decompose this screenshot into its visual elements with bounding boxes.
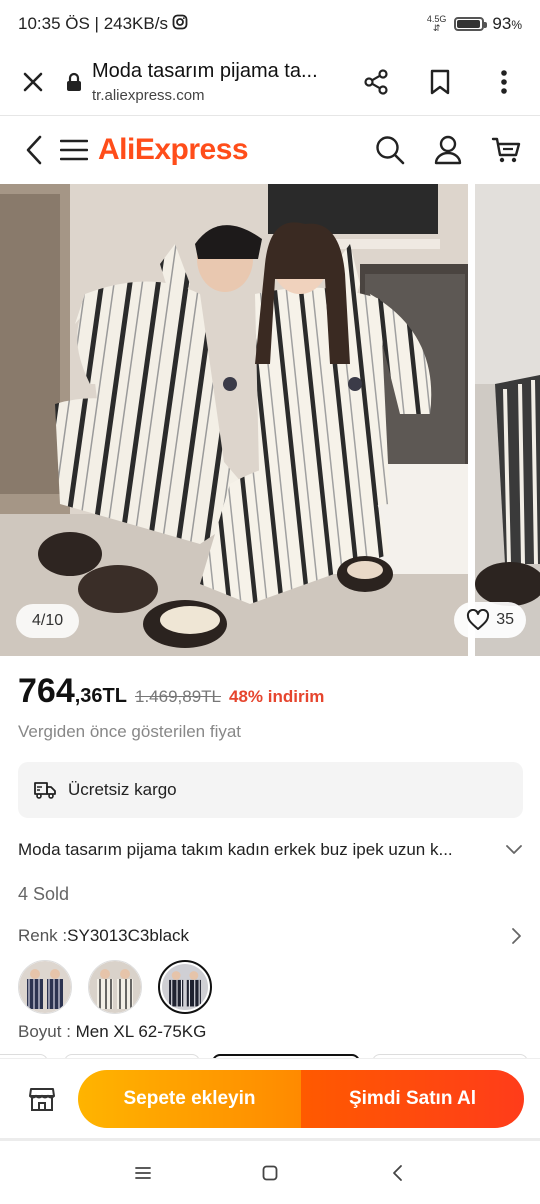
battery-icon — [454, 17, 488, 31]
close-tab-button[interactable] — [0, 48, 66, 116]
store-button[interactable] — [16, 1073, 68, 1125]
network-indicator: 4.5G ⇵ — [427, 15, 447, 33]
color-swatch-selected[interactable] — [158, 960, 212, 1014]
color-label: Renk : — [18, 926, 68, 945]
cart-icon — [491, 137, 521, 163]
status-bar: 10:35 ÖS | 243KB/s 4.5G ⇵ 93% — [0, 0, 540, 48]
home-button[interactable] — [246, 1149, 294, 1197]
size-selector-row[interactable]: Boyut : Men XL 62-75KG — [18, 1022, 206, 1042]
header-actions — [370, 128, 526, 172]
more-icon — [501, 69, 507, 94]
search-icon — [376, 136, 405, 165]
next-product-photo[interactable] — [475, 184, 540, 656]
price-currency: TL — [102, 685, 127, 707]
menu-lines-icon — [135, 1166, 152, 1179]
recent-apps-button[interactable] — [119, 1149, 167, 1197]
heart-icon — [467, 609, 490, 630]
chevron-right-icon — [512, 928, 521, 944]
instagram-icon — [172, 14, 188, 35]
shipping-box[interactable]: Ücretsiz kargo — [18, 762, 523, 818]
bookmark-icon — [430, 69, 450, 94]
share-button[interactable] — [354, 60, 398, 104]
sold-count: 4 Sold — [18, 884, 70, 904]
lock-icon — [66, 72, 82, 92]
tax-note: Vergiden önce gösterilen fiyat — [18, 722, 242, 741]
buy-now-button[interactable]: Şimdi Satın Al — [301, 1069, 524, 1128]
data-arrows-icon: ⇵ — [432, 23, 441, 33]
bottom-action-bar: Sepete ekleyin Şimdi Satın Al — [0, 1058, 540, 1138]
truck-icon — [34, 782, 56, 799]
product-gallery[interactable]: 4/10 35 — [0, 184, 540, 656]
battery-percent: 93% — [492, 14, 522, 34]
image-counter: 4/10 — [16, 604, 80, 638]
page-url: tr.aliexpress.com — [92, 86, 205, 104]
url-texts: Moda tasarım pijama ta... tr.aliexpress.… — [92, 60, 318, 104]
back-icon — [26, 135, 42, 165]
aliexpress-logo[interactable]: AliExpress — [98, 133, 249, 167]
add-to-cart-button[interactable]: Sepete ekleyin — [78, 1069, 301, 1128]
price-decimal: ,36TL — [75, 685, 127, 708]
menu-icon — [60, 139, 88, 161]
cta-group: Sepete ekleyin Şimdi Satın Al — [78, 1069, 524, 1128]
page-title: Moda tasarım pijama ta... — [92, 59, 318, 82]
status-time: 10:35 ÖS | 243KB/s — [18, 14, 168, 33]
product-title: Moda tasarım pijama takım kadın erkek bu… — [18, 840, 453, 859]
shipping-label: Ücretsiz kargo — [68, 780, 177, 799]
product-photo[interactable] — [0, 184, 468, 656]
account-button[interactable] — [428, 128, 468, 172]
swatch-image — [19, 961, 71, 1013]
color-swatches — [18, 960, 212, 1014]
browser-actions — [354, 60, 526, 104]
swatch-image — [89, 961, 141, 1013]
color-value: SY3013C3black — [67, 926, 190, 945]
store-icon — [29, 1087, 55, 1111]
search-button[interactable] — [370, 128, 410, 172]
wishlist-count: 35 — [496, 611, 514, 628]
square-icon — [262, 1165, 278, 1180]
color-swatch[interactable] — [88, 960, 142, 1014]
account-icon — [434, 135, 462, 165]
wishlist-button[interactable]: 35 — [454, 602, 526, 638]
app-header: AliExpress — [0, 117, 540, 183]
size-label: Boyut : — [18, 1022, 76, 1041]
color-swatch[interactable] — [18, 960, 72, 1014]
battery-unit: % — [511, 18, 522, 32]
product-photo-illustration — [0, 184, 468, 656]
original-price: 1.469,89TL — [134, 687, 221, 706]
system-nav-bar — [0, 1141, 540, 1204]
price-row: 764 ,36TL 1.469,89TL 48% indirim — [18, 672, 324, 711]
share-icon — [364, 68, 388, 95]
back-button[interactable] — [14, 128, 54, 172]
close-icon — [23, 72, 43, 91]
system-back-button[interactable] — [373, 1149, 421, 1197]
status-right: 4.5G ⇵ 93% — [427, 14, 522, 34]
battery-fill — [457, 20, 480, 28]
logo-block[interactable]: AliExpress — [54, 128, 249, 172]
cart-button[interactable] — [486, 128, 526, 172]
menu-button[interactable] — [54, 128, 94, 172]
status-left: 10:35 ÖS | 243KB/s — [18, 14, 188, 35]
url-block[interactable]: Moda tasarım pijama ta... tr.aliexpress.… — [66, 60, 354, 104]
bookmark-button[interactable] — [418, 60, 462, 104]
chevron-down-icon — [506, 845, 522, 854]
next-photo-illustration — [475, 184, 540, 656]
browser-bar: Moda tasarım pijama ta... tr.aliexpress.… — [0, 48, 540, 116]
product-title-row[interactable]: Moda tasarım pijama takım kadın erkek bu… — [18, 840, 523, 860]
size-value: Men XL 62-75KG — [75, 1022, 207, 1041]
price-integer: 764 — [18, 672, 75, 710]
discount-badge: 48% indirim — [229, 687, 325, 706]
color-selector-row[interactable]: Renk : SY3013C3black — [18, 926, 523, 946]
price-decimal-value: ,36 — [74, 685, 103, 707]
swatch-image — [162, 964, 208, 1010]
triangle-back-icon — [392, 1164, 402, 1181]
battery-value: 93 — [492, 14, 512, 33]
more-button[interactable] — [482, 60, 526, 104]
